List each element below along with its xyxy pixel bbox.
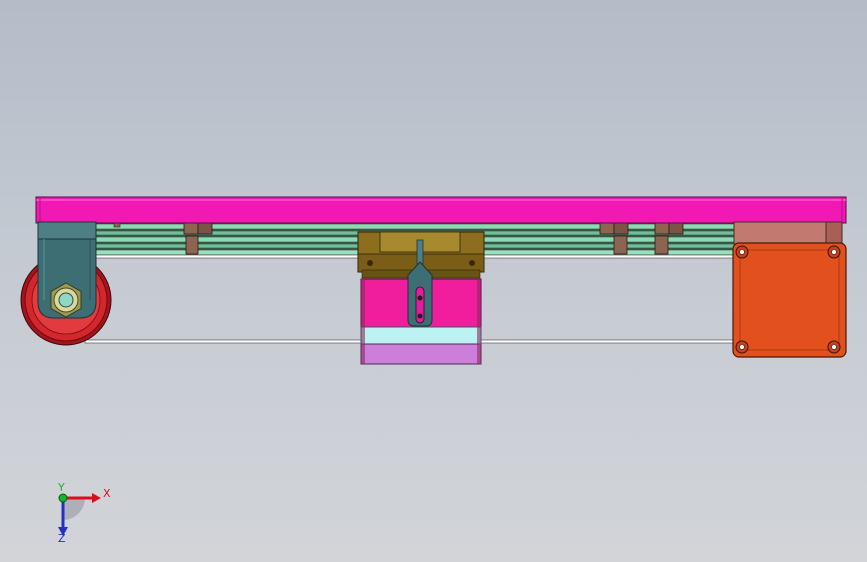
z-axis-label: Z bbox=[58, 532, 66, 545]
x-axis-label: X bbox=[103, 487, 111, 500]
y-axis-label: Y bbox=[57, 481, 65, 494]
x-axis-arrowhead bbox=[92, 493, 101, 503]
reference-triad[interactable]: X Y Z bbox=[57, 481, 111, 545]
graphics-viewport[interactable]: X Y Z bbox=[0, 0, 867, 562]
motor[interactable] bbox=[732, 221, 847, 358]
top-frame-plate[interactable] bbox=[35, 196, 847, 224]
model-scene[interactable]: X Y Z bbox=[0, 0, 867, 562]
y-axis-dot bbox=[58, 493, 68, 503]
